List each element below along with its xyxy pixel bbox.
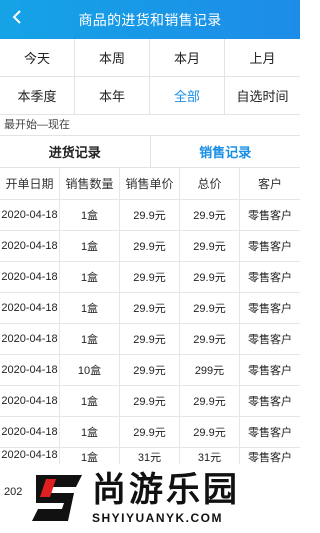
table-row[interactable]: 2020-04-18 1盒 29.9元 29.9元 零售客户 <box>0 386 300 417</box>
table-row[interactable]: 2020-04-18 1盒 29.9元 29.9元 零售客户 <box>0 293 300 324</box>
cell-total: 299元 <box>180 355 240 385</box>
period-filter-grid: 今天 本周 本月 上月 本季度 本年 全部 自选时间 <box>0 39 300 115</box>
cell-total: 29.9元 <box>180 231 240 261</box>
period-custom[interactable]: 自选时间 <box>225 77 300 115</box>
column-header-quantity: 销售数量 <box>60 168 120 199</box>
cell-customer: 零售客户 <box>248 365 292 377</box>
cell-date: 2020-04-18 <box>0 355 60 385</box>
column-header-unit-price: 销售单价 <box>120 168 180 199</box>
column-header-customer: 客户 <box>257 177 282 191</box>
record-tabs: 进货记录 销售记录 <box>0 135 300 168</box>
cell-unit-price: 29.9元 <box>120 293 180 323</box>
cell-unit-price: 29.9元 <box>120 324 180 354</box>
period-this-week[interactable]: 本周 <box>75 39 150 77</box>
table-header-row: 开单日期 销售数量 销售单价 总价 客户 <box>0 168 300 200</box>
cell-unit-price: 29.9元 <box>120 355 180 385</box>
cell-total: 29.9元 <box>180 200 240 230</box>
cell-total: 29.9元 <box>180 386 240 416</box>
period-today[interactable]: 今天 <box>0 39 75 77</box>
cell-customer: 零售客户 <box>248 241 292 253</box>
cell-unit-price: 29.9元 <box>120 262 180 292</box>
period-this-quarter[interactable]: 本季度 <box>0 77 75 115</box>
cell-unit-price: 29.9元 <box>120 200 180 230</box>
cell-customer: 零售客户 <box>248 452 292 464</box>
cell-customer: 零售客户 <box>248 396 292 408</box>
partial-row-text: 202 <box>4 486 23 498</box>
cell-date: 2020-04-18 <box>0 293 60 323</box>
back-button[interactable] <box>6 8 28 30</box>
cell-total: 29.9元 <box>180 324 240 354</box>
s-logo-icon <box>30 469 86 527</box>
cell-unit-price: 31元 <box>120 448 180 464</box>
cell-quantity: 10盒 <box>60 355 120 385</box>
watermark-brand-cn: 尚游乐园 <box>92 470 240 510</box>
cell-customer: 零售客户 <box>248 427 292 439</box>
cell-unit-price: 29.9元 <box>120 386 180 416</box>
cell-quantity: 1盒 <box>60 200 120 230</box>
cell-total: 29.9元 <box>180 262 240 292</box>
cell-unit-price: 29.9元 <box>120 231 180 261</box>
page-title: 商品的进货和销售记录 <box>78 11 222 28</box>
table-row[interactable]: 2020-04-18 1盒 31元 31元 零售客户 <box>0 448 300 464</box>
table-row[interactable]: 2020-04-18 1盒 29.9元 29.9元 零售客户 <box>0 417 300 448</box>
period-this-month[interactable]: 本月 <box>150 39 225 77</box>
app-header: 商品的进货和销售记录 <box>0 0 300 39</box>
cell-date: 2020-04-18 <box>0 417 60 447</box>
cell-date: 2020-04-18 <box>0 324 60 354</box>
watermark: 尚游乐园 SHYIYUANYK.COM <box>30 466 298 530</box>
cell-total: 31元 <box>180 448 240 464</box>
cell-customer: 零售客户 <box>248 334 292 346</box>
cell-customer: 零售客户 <box>248 272 292 284</box>
column-header-total: 总价 <box>180 168 240 199</box>
cell-quantity: 1盒 <box>60 293 120 323</box>
period-last-month[interactable]: 上月 <box>225 39 300 77</box>
tab-purchase-records[interactable]: 进货记录 <box>0 136 151 167</box>
cell-date: 2020-04-18 <box>0 448 60 464</box>
cell-date: 2020-04-18 <box>0 200 60 230</box>
table-row[interactable]: 2020-04-18 1盒 29.9元 29.9元 零售客户 <box>0 231 300 262</box>
cell-date: 2020-04-18 <box>0 231 60 261</box>
table-row[interactable]: 2020-04-18 1盒 29.9元 29.9元 零售客户 <box>0 200 300 231</box>
cell-customer: 零售客户 <box>248 303 292 315</box>
cell-unit-price: 29.9元 <box>120 417 180 447</box>
cell-date: 2020-04-18 <box>0 262 60 292</box>
cell-date: 2020-04-18 <box>0 386 60 416</box>
table-row[interactable]: 2020-04-18 10盒 29.9元 299元 零售客户 <box>0 355 300 386</box>
watermark-brand-en: SHYIYUANYK.COM <box>92 511 224 525</box>
cell-quantity: 1盒 <box>60 324 120 354</box>
cell-total: 29.9元 <box>180 417 240 447</box>
chevron-left-icon <box>10 9 24 30</box>
cell-customer: 零售客户 <box>248 210 292 222</box>
period-all[interactable]: 全部 <box>150 77 225 115</box>
cell-total: 29.9元 <box>180 293 240 323</box>
column-header-date: 开单日期 <box>0 168 60 199</box>
cell-quantity: 1盒 <box>60 231 120 261</box>
cell-quantity: 1盒 <box>60 417 120 447</box>
table-body: 2020-04-18 1盒 29.9元 29.9元 零售客户 2020-04-18 1盒 29… <box>0 200 300 464</box>
period-this-year[interactable]: 本年 <box>75 77 150 115</box>
tab-sales-records[interactable]: 销售记录 <box>151 136 301 167</box>
cell-quantity: 1盒 <box>60 448 120 464</box>
table-row[interactable]: 2020-04-18 1盒 29.9元 29.9元 零售客户 <box>0 262 300 293</box>
cell-quantity: 1盒 <box>60 262 120 292</box>
cell-quantity: 1盒 <box>60 386 120 416</box>
table-row[interactable]: 2020-04-18 1盒 29.9元 29.9元 零售客户 <box>0 324 300 355</box>
sales-table: 开单日期 销售数量 销售单价 总价 客户 2020-04-18 1盒 29.9元 29… <box>0 168 300 464</box>
date-range-label: 最开始—现在 <box>4 119 70 131</box>
